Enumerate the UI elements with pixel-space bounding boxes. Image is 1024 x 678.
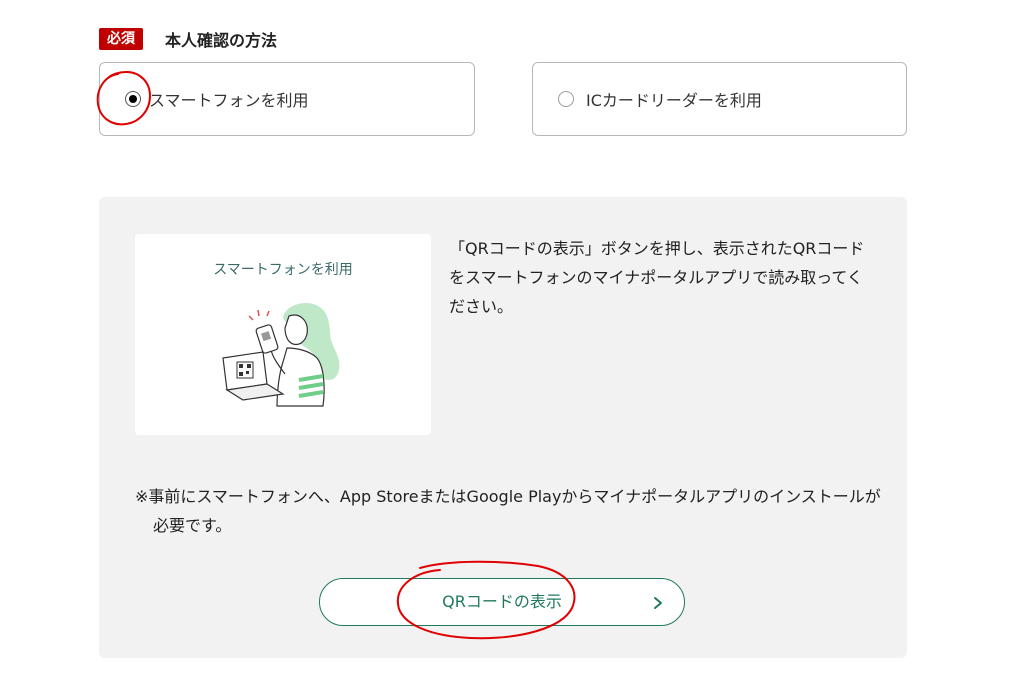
install-note: ※事前にスマートフォンへ、App StoreまたはGoogle Playからマイ…	[135, 487, 881, 535]
illustration-caption: スマートフォンを利用	[213, 262, 353, 278]
identity-verification-page: 必須 本人確認の方法 スマートフォンを利用 ICカードリーダーを利用 スマートフ…	[0, 0, 1024, 678]
option-smartphone-label: スマートフォンを利用	[149, 91, 309, 110]
info-panel: スマートフォンを利用 「QRコードの表示」ボタンを押し、表示されたQRコードをス…	[99, 197, 907, 658]
radio-unchecked-icon[interactable]	[558, 91, 574, 107]
instruction-text: 「QRコードの表示」ボタンを押し、表示されたQRコードをスマートフォンのマイナポ…	[449, 239, 865, 316]
show-qr-code-button[interactable]: QRコードの表示	[319, 578, 685, 626]
show-qr-code-button-label: QRコードの表示	[442, 592, 562, 611]
radio-checked-icon[interactable]	[125, 91, 141, 107]
smartphone-qr-illustration	[222, 303, 340, 407]
option-ic-card-reader-label: ICカードリーダーを利用	[586, 91, 762, 110]
illustration-card: スマートフォンを利用	[135, 234, 431, 435]
chevron-right-icon	[654, 597, 662, 609]
section-heading: 必須 本人確認の方法	[99, 27, 277, 51]
section-title: 本人確認の方法	[165, 31, 278, 50]
option-ic-card-reader[interactable]: ICカードリーダーを利用	[532, 62, 907, 136]
required-badge: 必須	[99, 28, 143, 50]
option-smartphone[interactable]: スマートフォンを利用	[99, 62, 475, 136]
